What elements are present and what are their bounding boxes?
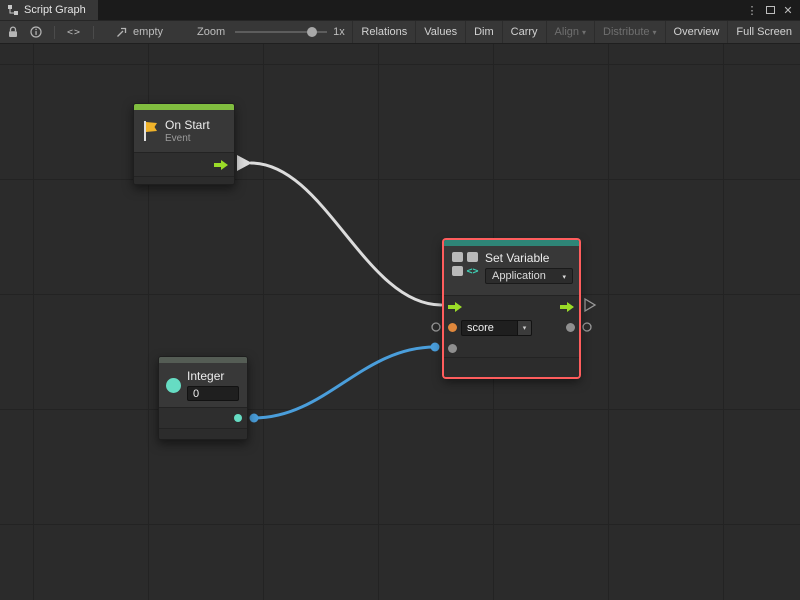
name-input-socket[interactable] bbox=[432, 323, 440, 331]
graph-icon bbox=[7, 4, 19, 16]
fullscreen-button[interactable]: Full Screen bbox=[727, 21, 800, 43]
variable-cube-icon bbox=[467, 252, 478, 262]
maximize-icon[interactable] bbox=[762, 1, 778, 19]
code-icon: <> bbox=[466, 266, 478, 277]
control-output-socket[interactable] bbox=[585, 299, 595, 311]
dropdown-arrow-icon: ▾ bbox=[653, 28, 657, 37]
lock-icon[interactable] bbox=[8, 26, 18, 38]
align-button[interactable]: Align ▾ bbox=[546, 21, 594, 43]
window-menu-icon[interactable]: ⋮ bbox=[744, 1, 760, 19]
wires-layer bbox=[0, 44, 800, 600]
tab-script-graph[interactable]: Script Graph bbox=[0, 0, 98, 20]
value-output-socket[interactable] bbox=[583, 323, 591, 331]
distribute-button[interactable]: Distribute ▾ bbox=[594, 21, 664, 43]
node-title: Set Variable bbox=[485, 251, 573, 265]
window-controls: ⋮ ✕ bbox=[744, 0, 800, 20]
node-title-block: On Start Event bbox=[165, 118, 210, 144]
titlebar: Script Graph ⋮ ✕ bbox=[0, 0, 800, 20]
node-integer[interactable]: Integer 0 bbox=[158, 356, 248, 440]
toolbar-separator bbox=[54, 26, 55, 39]
node-on-start[interactable]: On Start Event bbox=[133, 103, 235, 185]
variable-scope-dropdown[interactable]: Application ▾ bbox=[485, 268, 573, 284]
value-connection-start-dot bbox=[250, 414, 259, 423]
control-output-port[interactable] bbox=[560, 301, 575, 313]
variable-cube-icon bbox=[452, 252, 463, 262]
dropdown-arrow-icon: ▾ bbox=[582, 28, 586, 37]
graph-toolbar: <> empty Zoom 1x Relations Values Dim Ca… bbox=[0, 20, 800, 44]
carry-button[interactable]: Carry bbox=[502, 21, 546, 43]
distribute-label: Distribute bbox=[603, 26, 649, 38]
name-input-port[interactable] bbox=[448, 323, 457, 332]
integer-icon bbox=[166, 378, 181, 393]
value-port-row bbox=[444, 338, 579, 359]
toolbar-separator bbox=[93, 26, 94, 39]
code-view-icon[interactable]: <> bbox=[67, 27, 81, 38]
dim-button[interactable]: Dim bbox=[465, 21, 502, 43]
node-title-block: Set Variable Application ▾ bbox=[485, 251, 573, 284]
variable-name-dropdown[interactable]: ▾ bbox=[517, 321, 531, 335]
integer-value-field[interactable]: 0 bbox=[187, 386, 239, 401]
control-connection[interactable] bbox=[251, 163, 441, 305]
zoom-slider-handle[interactable] bbox=[307, 27, 317, 37]
toolbar-left-group: <> bbox=[0, 26, 94, 39]
node-title: On Start bbox=[165, 118, 210, 132]
zoom-label: Zoom bbox=[197, 26, 225, 38]
info-icon[interactable] bbox=[30, 26, 42, 38]
relations-button[interactable]: Relations bbox=[352, 21, 415, 43]
flag-icon bbox=[141, 119, 159, 143]
dropdown-arrow-icon: ▾ bbox=[562, 273, 566, 281]
control-port-row bbox=[444, 296, 579, 317]
node-set-variable[interactable]: <> Set Variable Application ▾ bbox=[443, 239, 580, 378]
control-input-port[interactable] bbox=[448, 301, 463, 313]
unity-script-graph-window: Script Graph ⋮ ✕ <> bbox=[0, 0, 800, 600]
value-output-port[interactable] bbox=[566, 323, 575, 332]
maximize-glyph bbox=[766, 6, 775, 14]
node-footer bbox=[134, 177, 234, 184]
values-button[interactable]: Values bbox=[415, 21, 465, 43]
value-connection-end-dot bbox=[431, 343, 440, 352]
cursor-icon bbox=[116, 26, 128, 38]
pointer-label: empty bbox=[133, 26, 163, 38]
node-footer bbox=[444, 358, 579, 377]
variable-cube-icon bbox=[452, 266, 463, 276]
graph-pointer-breadcrumb[interactable]: empty bbox=[116, 26, 163, 38]
control-output-port[interactable] bbox=[214, 159, 229, 171]
integer-value: 0 bbox=[193, 388, 199, 400]
zoom-slider[interactable] bbox=[235, 26, 327, 38]
value-input-port[interactable] bbox=[448, 344, 457, 353]
zoom-value: 1x bbox=[333, 26, 345, 38]
graph-canvas[interactable]: On Start Event <> bbox=[0, 44, 800, 600]
scope-value: Application bbox=[492, 270, 546, 282]
toolbar-buttons: Relations Values Dim Carry Align ▾ Distr… bbox=[352, 21, 800, 43]
node-footer bbox=[159, 429, 247, 439]
tab-title: Script Graph bbox=[24, 4, 86, 16]
variable-name-field[interactable]: score ▾ bbox=[461, 320, 532, 336]
node-title-block: Integer 0 bbox=[187, 369, 239, 401]
node-title: Integer bbox=[187, 369, 239, 383]
align-label: Align bbox=[555, 26, 579, 38]
close-icon[interactable]: ✕ bbox=[780, 1, 796, 19]
name-port-row: score ▾ bbox=[444, 317, 579, 338]
node-subtitle: Event bbox=[165, 133, 210, 144]
set-variable-icon: <> bbox=[451, 251, 479, 277]
value-connection[interactable] bbox=[254, 347, 435, 418]
overview-button[interactable]: Overview bbox=[665, 21, 728, 43]
integer-output-port[interactable] bbox=[234, 414, 242, 422]
variable-name-value: score bbox=[462, 322, 517, 334]
